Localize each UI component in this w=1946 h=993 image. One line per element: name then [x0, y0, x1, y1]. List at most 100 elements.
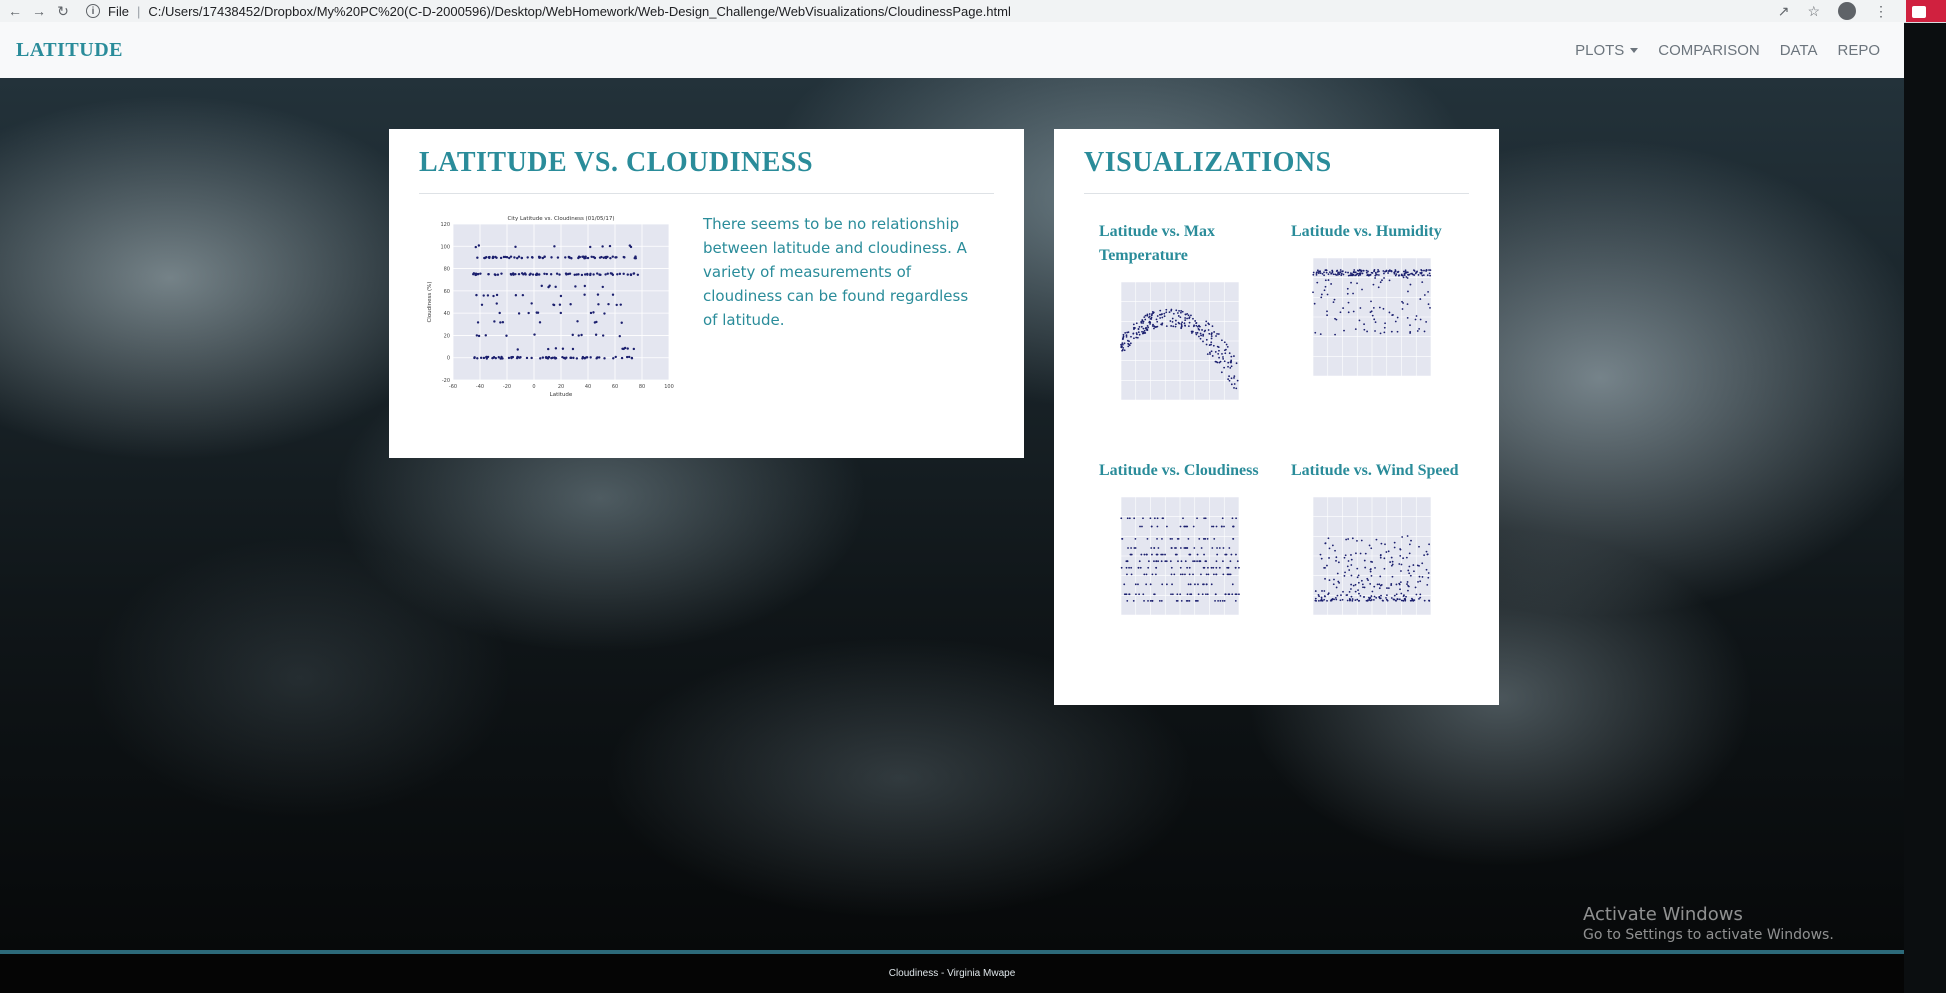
viz-title[interactable]: Latitude vs. Max Temperature — [1099, 220, 1289, 268]
thumb-point — [1199, 560, 1202, 563]
thumb-point — [1324, 279, 1327, 282]
thumb-point — [1336, 594, 1339, 597]
data-point — [633, 256, 636, 260]
forward-icon[interactable]: → — [30, 3, 48, 19]
data-point — [492, 356, 496, 359]
star-icon[interactable]: ☆ — [1807, 3, 1820, 20]
wind-speed-thumbnail[interactable] — [1291, 483, 1441, 633]
thumb-point — [1315, 273, 1318, 276]
thumb-point — [1137, 583, 1139, 586]
data-point — [601, 245, 604, 248]
thumb-point — [1337, 561, 1340, 564]
data-point — [538, 256, 541, 260]
viz-item-max-temperature[interactable]: Latitude vs. Max Temperature — [1099, 220, 1289, 423]
thumb-point — [1393, 598, 1396, 601]
data-point — [525, 356, 529, 360]
thumb-point — [1358, 592, 1360, 595]
nav-comparison[interactable]: COMPARISON — [1658, 42, 1759, 59]
nav-plots-dropdown[interactable]: PLOTS — [1575, 42, 1639, 59]
thumb-point — [1161, 537, 1163, 540]
viz-item-wind-speed[interactable]: Latitude vs. Wind Speed — [1291, 459, 1481, 638]
thumb-point — [1180, 311, 1182, 314]
side-extension-tab[interactable] — [1906, 0, 1946, 22]
info-icon[interactable]: i — [86, 4, 100, 18]
thumb-point — [1150, 547, 1153, 549]
reload-icon[interactable]: ↻ — [54, 3, 72, 20]
thumb-point — [1215, 573, 1218, 576]
thumb-point — [1236, 560, 1239, 563]
viz-title[interactable]: Latitude vs. Cloudiness — [1099, 459, 1289, 483]
data-point — [486, 294, 490, 297]
thumb-point — [1314, 597, 1317, 600]
data-point — [495, 302, 498, 305]
thumb-point — [1410, 539, 1412, 542]
data-point — [520, 272, 524, 275]
nav-repo[interactable]: REPO — [1837, 42, 1880, 59]
caret-down-icon — [1630, 48, 1639, 54]
thumb-point — [1149, 317, 1152, 320]
thumb-point — [1198, 335, 1200, 338]
thumb-point — [1228, 379, 1231, 382]
thumb-point — [1346, 287, 1349, 290]
thumb-point — [1204, 560, 1207, 563]
thumb-point — [1355, 552, 1357, 555]
viz-item-humidity[interactable]: Latitude vs. Humidity — [1291, 220, 1481, 399]
thumb-point — [1388, 269, 1391, 272]
back-icon[interactable]: ← — [6, 3, 24, 19]
data-point — [618, 334, 621, 338]
thumb-point — [1215, 525, 1218, 528]
thumb-point — [1391, 314, 1394, 317]
humidity-thumbnail[interactable] — [1291, 244, 1441, 394]
thumb-point — [1229, 573, 1232, 576]
thumb-point — [1320, 557, 1323, 560]
y-tick-label: -20 — [442, 378, 450, 384]
thumb-point — [1236, 379, 1239, 382]
thumb-point — [1326, 599, 1328, 602]
thumb-point — [1345, 594, 1348, 597]
thumb-point — [1366, 330, 1368, 333]
profile-avatar[interactable] — [1838, 2, 1856, 20]
thumb-point — [1323, 289, 1326, 292]
thumb-point — [1387, 587, 1390, 590]
share-icon[interactable]: ↗ — [1778, 3, 1790, 20]
thumb-point — [1159, 309, 1162, 312]
viz-item-cloudiness[interactable]: Latitude vs. Cloudiness — [1099, 459, 1289, 638]
thumb-point — [1410, 272, 1412, 275]
thumb-point — [1122, 336, 1125, 339]
thumb-point — [1414, 318, 1417, 321]
address-bar[interactable]: i File | C:/Users/17438452/Dropbox/My%20… — [86, 4, 1011, 19]
thumb-point — [1214, 351, 1217, 353]
cloudiness-plot[interactable]: -60 -40 -20 0 20 40 60 80 100 -20 0 20 40 60 80 100 120 C… — [419, 212, 679, 400]
thumb-point — [1333, 298, 1336, 301]
url-text[interactable]: C:/Users/17438452/Dropbox/My%20PC%20(C-D… — [148, 4, 1011, 19]
temperature-thumbnail[interactable] — [1099, 268, 1249, 418]
thumb-point — [1221, 352, 1223, 355]
thumb-point — [1319, 270, 1321, 273]
thumb-point — [1182, 517, 1184, 520]
cloudiness-thumbnail[interactable] — [1099, 483, 1249, 633]
data-point — [499, 321, 502, 324]
thumb-point — [1141, 525, 1143, 528]
thumb-point — [1207, 329, 1210, 331]
data-point — [539, 357, 542, 360]
thumb-point — [1235, 517, 1238, 520]
thumb-point — [1341, 270, 1343, 273]
thumb-point — [1142, 331, 1145, 333]
thumb-point — [1394, 270, 1397, 272]
thumb-point — [1379, 575, 1382, 578]
thumb-point — [1146, 537, 1149, 540]
thumb-point — [1187, 325, 1190, 328]
thumb-point — [1323, 274, 1325, 277]
data-point — [603, 357, 606, 360]
thumb-point — [1153, 560, 1155, 563]
brand-logo[interactable]: LATITUDE — [16, 39, 123, 62]
viz-title[interactable]: Latitude vs. Wind Speed — [1291, 459, 1481, 483]
data-point — [626, 347, 629, 350]
thumb-point — [1181, 321, 1184, 324]
data-point — [577, 273, 580, 276]
thumb-point — [1383, 272, 1385, 275]
viz-title[interactable]: Latitude vs. Humidity — [1291, 220, 1481, 244]
menu-kebab-icon[interactable]: ⋮ — [1874, 3, 1888, 20]
nav-data[interactable]: DATA — [1780, 42, 1818, 59]
thumb-point — [1214, 593, 1217, 596]
